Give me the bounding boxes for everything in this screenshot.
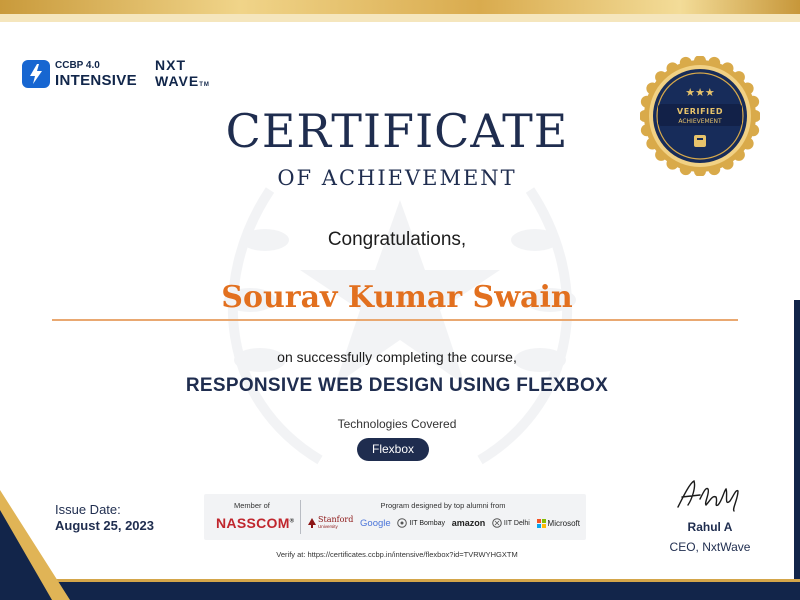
- greeting: Congratulations,: [327, 229, 467, 250]
- technologies-label: Technologies Covered: [337, 417, 457, 431]
- top-inner-border: [0, 14, 800, 22]
- certificate-subtitle: OF ACHIEVEMENT: [277, 166, 517, 190]
- microsoft-grid-icon: [536, 518, 546, 528]
- bottom-navy-border: [0, 582, 800, 600]
- ccbp-program: INTENSIVE: [55, 71, 137, 89]
- iit-bombay-text: IIT Bombay: [409, 519, 446, 527]
- google-text: Google: [360, 517, 391, 529]
- nxt-text: NXT: [155, 57, 186, 73]
- issue-date-value: August 25, 2023: [55, 518, 154, 533]
- course-title: RESPONSIVE WEB DESIGN USING FLEXBOX: [185, 375, 609, 396]
- signatory-name: Rahul A: [687, 520, 733, 534]
- iit-bombay-emblem-icon: [397, 518, 408, 529]
- microsoft-logo: Microsoft: [536, 518, 580, 528]
- amazon-text: amazon: [451, 518, 486, 529]
- partner-logos: Stanford University Google IIT Bombay am…: [308, 516, 580, 531]
- iit-delhi-emblem-icon: [492, 518, 502, 529]
- microsoft-text: Microsoft: [547, 518, 580, 528]
- iit-bombay-logo: IIT Bombay: [397, 518, 446, 529]
- certificate-title: CERTIFICATE: [225, 104, 569, 158]
- amazon-logo: amazon: [452, 518, 486, 528]
- ccbp-version: CCBP 4.0: [55, 59, 100, 71]
- ccbp-logo: CCBP 4.0 INTENSIVE: [22, 60, 137, 88]
- nxtwave-logo: NXT WAVETM: [155, 58, 210, 88]
- stanford-logo: Stanford University: [308, 516, 353, 531]
- iit-delhi-logo: IIT Delhi: [492, 518, 530, 529]
- recipient-name: Sourav Kumar Swain: [221, 280, 573, 315]
- stanford-sub: University: [318, 524, 338, 530]
- issue-date-label: Issue Date:: [55, 502, 121, 517]
- trademark: TM: [199, 82, 210, 88]
- member-of-label: Member of: [234, 501, 270, 510]
- nasscom-text: NASSCOM: [216, 515, 290, 531]
- name-underline: [52, 319, 738, 321]
- ccbp-bolt-icon: [22, 60, 50, 88]
- program-designed-label: Program designed by top alumni from: [380, 501, 506, 510]
- iit-delhi-text: IIT Delhi: [503, 519, 530, 527]
- technology-tag: Flexbox: [357, 438, 429, 461]
- stanford-text: Stanford: [318, 515, 354, 524]
- nasscom-logo: NASSCOM®: [216, 515, 294, 531]
- stanford-tree-icon: [308, 518, 316, 529]
- partners-strip: Member of NASSCOM® Program designed by t…: [204, 494, 586, 540]
- google-logo: Google: [360, 518, 391, 529]
- signature-image: [677, 480, 739, 512]
- right-navy-border: [794, 300, 800, 600]
- nasscom-reg: ®: [289, 518, 295, 525]
- signatory-role: CEO, NxtWave: [669, 540, 751, 554]
- wave-text: WAVE: [155, 73, 200, 89]
- badge-stars: ★★★: [685, 86, 715, 99]
- completion-text: on successfully completing the course,: [277, 349, 517, 365]
